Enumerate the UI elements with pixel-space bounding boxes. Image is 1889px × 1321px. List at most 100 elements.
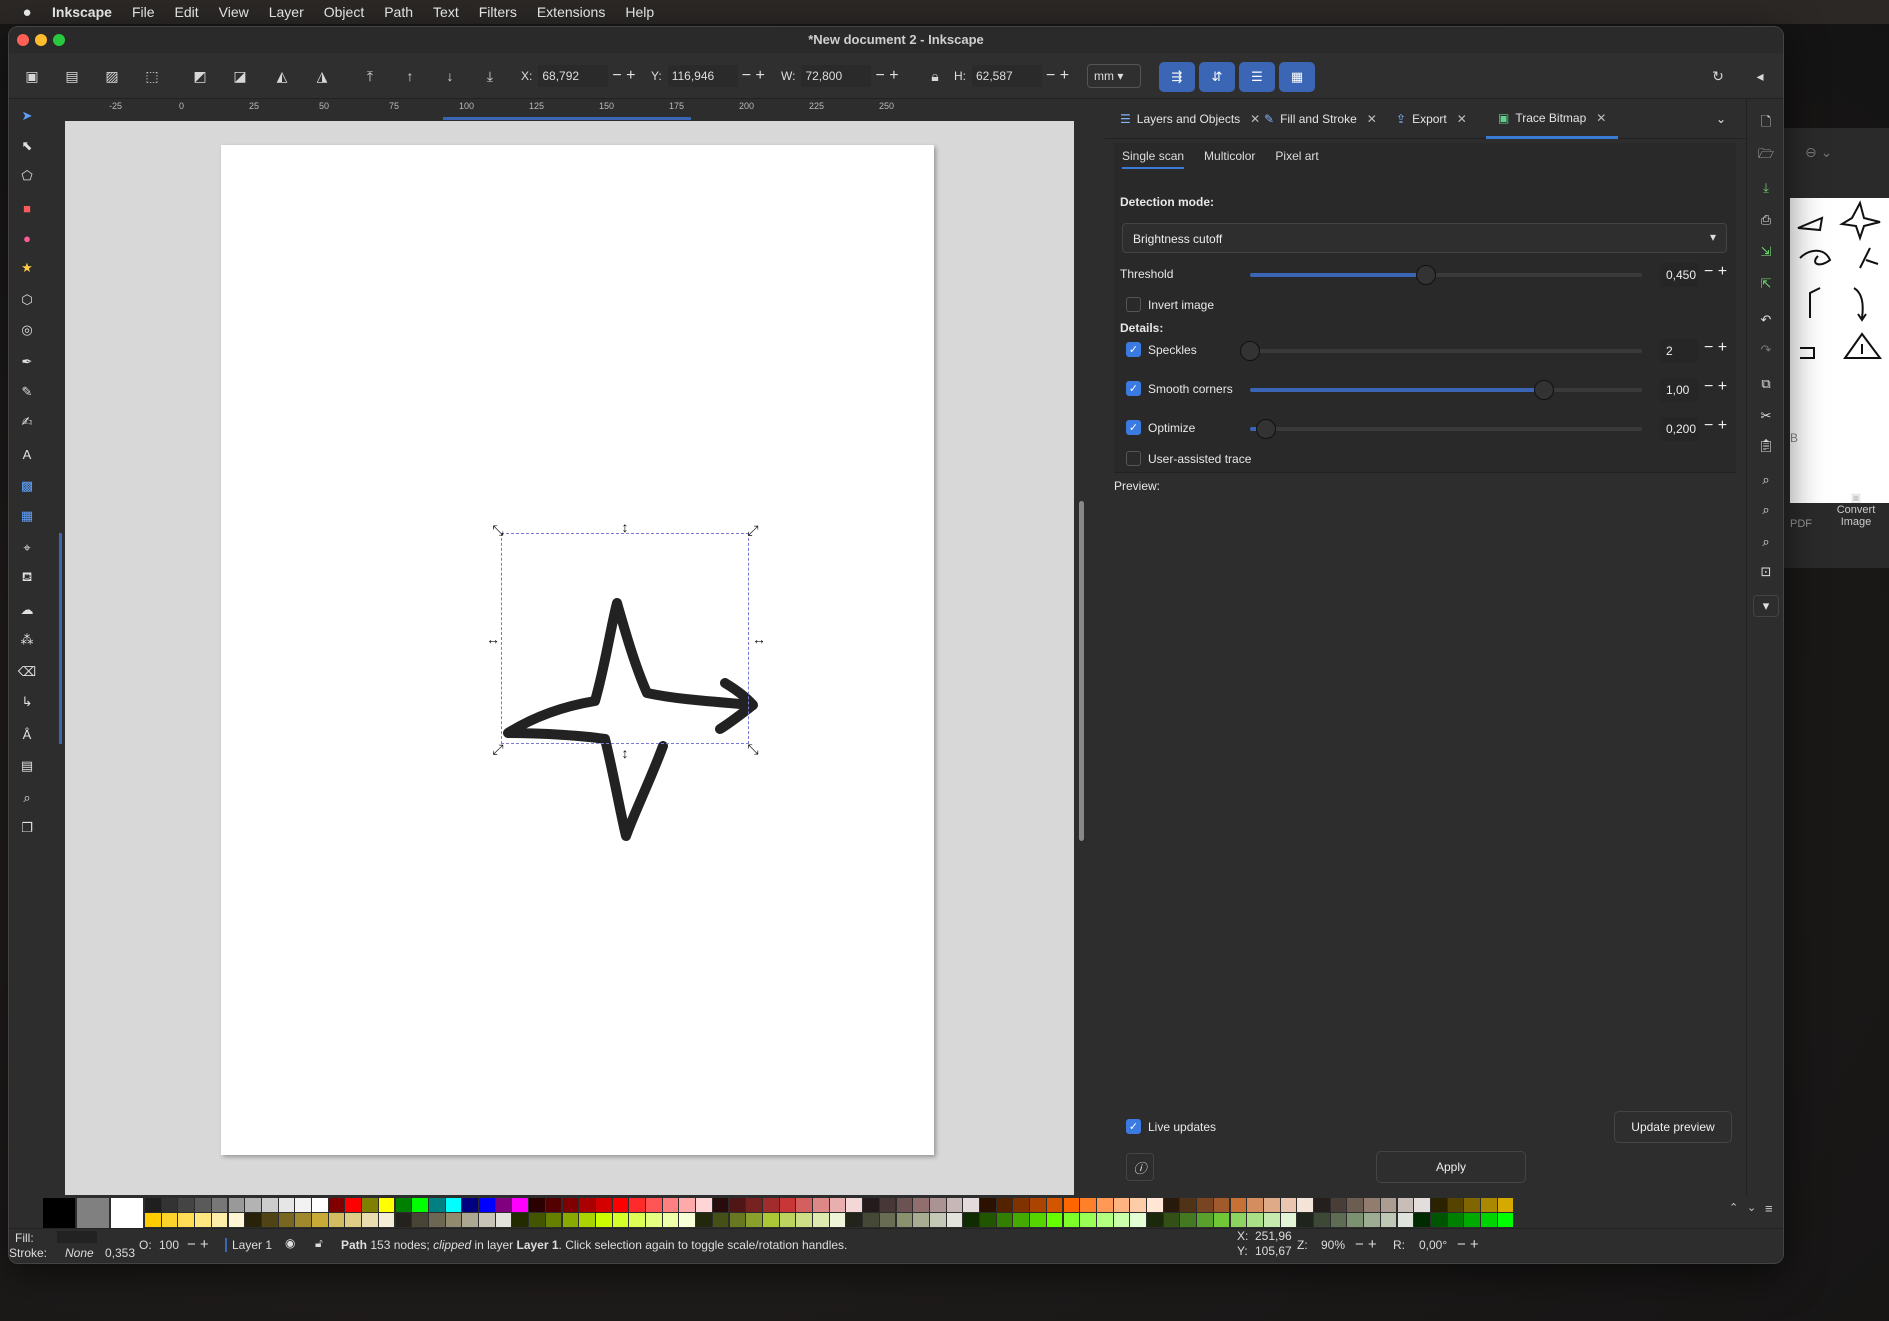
color-swatch[interactable] [1430, 1213, 1447, 1227]
opacity-input[interactable]: 100 [159, 1238, 179, 1252]
connector-tool-icon[interactable]: ↳ [16, 691, 38, 713]
color-swatch[interactable] [1447, 1213, 1464, 1227]
collapse-panel-icon[interactable]: ◂ [1749, 65, 1771, 87]
color-swatch[interactable] [77, 1198, 109, 1228]
color-swatch[interactable] [1147, 1198, 1163, 1212]
color-swatch[interactable] [1147, 1213, 1163, 1227]
color-swatch[interactable] [1096, 1213, 1113, 1227]
smooth-corners-slider-knob[interactable] [1534, 380, 1554, 400]
color-swatch[interactable] [896, 1198, 913, 1212]
x-minus-plus[interactable]: − + [612, 67, 635, 85]
color-swatch[interactable] [796, 1213, 812, 1227]
color-swatch[interactable] [696, 1198, 712, 1212]
color-swatch[interactable] [1080, 1198, 1096, 1212]
color-swatch[interactable] [1063, 1198, 1080, 1212]
color-swatch[interactable] [278, 1213, 295, 1227]
color-swatch[interactable] [729, 1213, 746, 1227]
color-swatch[interactable] [712, 1213, 729, 1227]
tab-single-scan[interactable]: Single scan [1122, 149, 1185, 169]
selector-tool-icon[interactable]: ➤ [16, 105, 38, 127]
speckles-checkbox[interactable]: ✓ [1126, 342, 1141, 357]
color-swatch[interactable] [1497, 1213, 1514, 1227]
flip-vertical-icon[interactable]: ◮ [311, 65, 333, 87]
more-options-icon[interactable]: ⊖ ⌄ [1805, 144, 1832, 161]
box3d-tool-icon[interactable]: ⬡ [16, 289, 38, 311]
color-swatch[interactable] [1380, 1213, 1397, 1227]
color-swatch[interactable] [1330, 1198, 1347, 1212]
h-minus-plus[interactable]: − + [1046, 67, 1069, 85]
menu-layer[interactable]: Layer [259, 4, 314, 20]
node-tool-icon[interactable]: ⬉ [16, 135, 38, 157]
color-swatch[interactable] [779, 1213, 796, 1227]
color-swatch[interactable] [512, 1198, 529, 1212]
color-swatch[interactable] [679, 1213, 696, 1227]
optimize-input[interactable]: 0,200 [1660, 417, 1698, 441]
color-swatch[interactable] [195, 1198, 211, 1212]
lower-icon[interactable]: ↓ [439, 65, 461, 87]
flip-horizontal-icon[interactable]: ◭ [271, 65, 293, 87]
color-swatch[interactable] [529, 1198, 545, 1212]
color-swatch[interactable] [1030, 1198, 1046, 1212]
color-swatch[interactable] [562, 1213, 579, 1227]
color-swatch[interactable] [1213, 1198, 1230, 1212]
color-swatch[interactable] [412, 1213, 428, 1227]
export-icon[interactable]: ⇱ [1755, 273, 1777, 295]
apple-logo-icon[interactable]: ● [12, 4, 42, 21]
color-swatch[interactable] [1213, 1213, 1230, 1227]
bg-pdf-label[interactable]: PDF [1790, 518, 1812, 530]
color-swatch[interactable] [1397, 1198, 1414, 1212]
color-swatch[interactable] [428, 1198, 445, 1212]
text-tool-icon[interactable]: A [16, 443, 38, 465]
menu-file[interactable]: File [122, 4, 165, 20]
optimize-slider-knob[interactable] [1256, 419, 1276, 439]
x-input[interactable]: 68,792 [538, 65, 609, 87]
zoom-drawing-icon[interactable]: ⌕ [1755, 499, 1777, 521]
tab-layers-objects[interactable]: ☰ Layers and Objects ✕ [1120, 99, 1260, 139]
color-swatch[interactable] [479, 1198, 495, 1212]
color-swatch[interactable] [261, 1213, 278, 1227]
raise-icon[interactable]: ↑ [399, 65, 421, 87]
zoom-tool-icon[interactable]: ⌕ [16, 787, 38, 809]
color-swatch[interactable] [879, 1213, 896, 1227]
color-swatch[interactable] [863, 1213, 879, 1227]
color-swatch[interactable] [679, 1198, 696, 1212]
optimize-minus-plus[interactable]: − + [1704, 417, 1727, 435]
color-swatch[interactable] [1197, 1213, 1213, 1227]
color-swatch[interactable] [929, 1198, 946, 1212]
tab-fill-stroke[interactable]: ✎ Fill and Stroke ✕ [1264, 99, 1377, 139]
color-swatch[interactable] [1247, 1213, 1263, 1227]
measure-tool-icon[interactable]: ▤ [16, 755, 38, 777]
color-swatch[interactable] [1180, 1213, 1197, 1227]
color-swatch[interactable] [295, 1213, 311, 1227]
color-swatch[interactable] [1080, 1213, 1096, 1227]
tab-export[interactable]: ⇪ Export ✕ [1396, 99, 1467, 139]
color-swatch[interactable] [846, 1213, 863, 1227]
speckles-input[interactable]: 2 [1660, 339, 1698, 363]
transform-patterns-button[interactable]: ▦ [1279, 62, 1315, 92]
color-swatch[interactable] [328, 1213, 345, 1227]
calligraphy-tool-icon[interactable]: ✍ [16, 411, 38, 433]
color-swatch[interactable] [1247, 1198, 1263, 1212]
tweak-tool-icon[interactable]: ☁ [16, 599, 38, 621]
shape-builder-icon[interactable]: ⬠ [16, 165, 38, 187]
color-swatch[interactable] [662, 1198, 679, 1212]
transform-gradients-button[interactable]: ☰ [1239, 62, 1275, 92]
color-swatch[interactable] [813, 1213, 829, 1227]
smooth-corners-minus-plus[interactable]: − + [1704, 378, 1727, 396]
menu-path[interactable]: Path [374, 4, 423, 20]
scale-handle-se-icon[interactable]: ⤡ [745, 741, 761, 757]
vertical-scroll-thumb[interactable] [1079, 501, 1084, 841]
stroke-width[interactable]: 0,353 [105, 1246, 135, 1260]
y-input[interactable]: 116,946 [667, 65, 738, 87]
color-swatch[interactable] [1046, 1213, 1063, 1227]
color-swatch[interactable] [1464, 1213, 1480, 1227]
color-swatch[interactable] [762, 1198, 779, 1212]
color-swatch[interactable] [1314, 1213, 1330, 1227]
color-swatch[interactable] [1130, 1213, 1146, 1227]
color-swatch[interactable] [729, 1198, 746, 1212]
cut-icon[interactable]: ✂ [1755, 405, 1777, 427]
color-swatch[interactable] [211, 1213, 228, 1227]
close-tab-icon[interactable]: ✕ [1367, 112, 1377, 126]
color-swatch[interactable] [629, 1213, 645, 1227]
import-icon[interactable]: ⇲ [1755, 241, 1777, 263]
